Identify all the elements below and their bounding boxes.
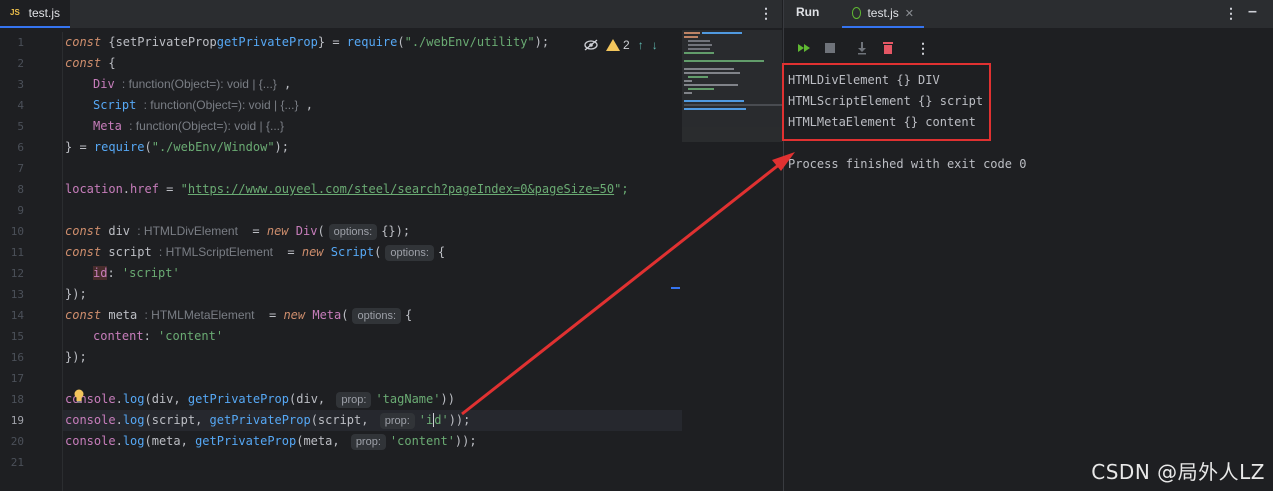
watermark: CSDN @局外人LZ [1091, 460, 1265, 484]
annotation-arrow [461, 152, 795, 416]
